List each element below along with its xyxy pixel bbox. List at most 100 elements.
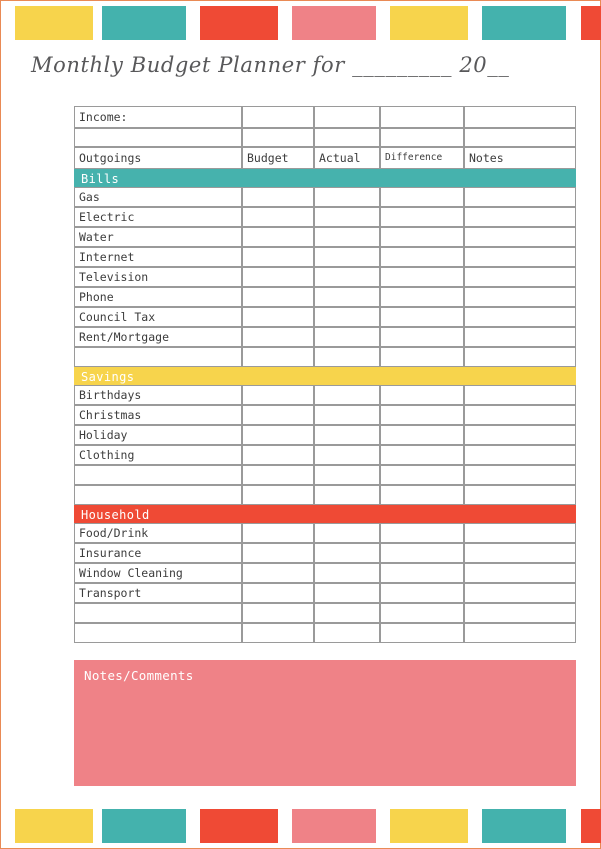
entry-cell-1[interactable]: [242, 267, 314, 287]
entry-cell-1[interactable]: [242, 327, 314, 347]
entry-cell-3[interactable]: [380, 207, 464, 227]
blank-label-cell[interactable]: [74, 485, 242, 505]
entry-cell-2[interactable]: [314, 583, 380, 603]
entry-cell-2[interactable]: [314, 385, 380, 405]
entry-cell-2[interactable]: [314, 405, 380, 425]
entry-cell-4[interactable]: [464, 523, 576, 543]
entry-cell-4[interactable]: [464, 327, 576, 347]
blank-entry-cell-1[interactable]: [242, 603, 314, 623]
blank-label-cell[interactable]: [74, 128, 242, 147]
entry-cell-1[interactable]: [242, 445, 314, 465]
blank-entry-cell-4[interactable]: [464, 128, 576, 147]
entry-cell-1[interactable]: [242, 543, 314, 563]
blank-entry-cell-2[interactable]: [314, 485, 380, 505]
entry-cell-4[interactable]: [464, 543, 576, 563]
blank-entry-cell-3[interactable]: [380, 347, 464, 367]
entry-cell-2[interactable]: [314, 307, 380, 327]
blank-entry-cell-4[interactable]: [464, 347, 576, 367]
entry-cell-1[interactable]: [242, 405, 314, 425]
notes-comments-box[interactable]: Notes/Comments: [74, 660, 576, 786]
entry-cell-3[interactable]: [380, 327, 464, 347]
entry-cell-2[interactable]: [314, 327, 380, 347]
entry-cell-3[interactable]: [380, 267, 464, 287]
entry-cell-3[interactable]: [380, 543, 464, 563]
entry-cell-2[interactable]: [314, 563, 380, 583]
blank-entry-cell-3[interactable]: [380, 485, 464, 505]
entry-cell-1[interactable]: [242, 247, 314, 267]
entry-cell-2[interactable]: [314, 267, 380, 287]
entry-cell-3[interactable]: [380, 425, 464, 445]
income-entry-cell-3[interactable]: [380, 106, 464, 128]
entry-cell-1[interactable]: [242, 187, 314, 207]
income-entry-cell-1[interactable]: [242, 106, 314, 128]
entry-cell-3[interactable]: [380, 247, 464, 267]
entry-cell-4[interactable]: [464, 445, 576, 465]
entry-cell-1[interactable]: [242, 227, 314, 247]
entry-cell-3[interactable]: [380, 405, 464, 425]
entry-cell-4[interactable]: [464, 267, 576, 287]
entry-cell-3[interactable]: [380, 287, 464, 307]
entry-cell-3[interactable]: [380, 307, 464, 327]
entry-cell-4[interactable]: [464, 385, 576, 405]
blank-entry-cell-1[interactable]: [242, 465, 314, 485]
entry-cell-4[interactable]: [464, 405, 576, 425]
blank-label-cell[interactable]: [74, 347, 242, 367]
column-header-notes: Notes: [464, 147, 576, 169]
entry-cell-2[interactable]: [314, 543, 380, 563]
entry-cell-1[interactable]: [242, 287, 314, 307]
entry-cell-1[interactable]: [242, 523, 314, 543]
entry-cell-3[interactable]: [380, 187, 464, 207]
entry-cell-4[interactable]: [464, 247, 576, 267]
blank-label-cell[interactable]: [74, 465, 242, 485]
entry-cell-2[interactable]: [314, 523, 380, 543]
blank-entry-cell-4[interactable]: [464, 623, 576, 643]
entry-cell-1[interactable]: [242, 425, 314, 445]
entry-cell-2[interactable]: [314, 445, 380, 465]
entry-cell-2[interactable]: [314, 287, 380, 307]
blank-entry-cell-1[interactable]: [242, 485, 314, 505]
entry-cell-2[interactable]: [314, 247, 380, 267]
blank-entry-cell-1[interactable]: [242, 128, 314, 147]
entry-cell-1[interactable]: [242, 583, 314, 603]
entry-cell-1[interactable]: [242, 385, 314, 405]
blank-entry-cell-3[interactable]: [380, 128, 464, 147]
entry-cell-3[interactable]: [380, 385, 464, 405]
blank-entry-cell-3[interactable]: [380, 623, 464, 643]
entry-cell-4[interactable]: [464, 563, 576, 583]
entry-cell-1[interactable]: [242, 307, 314, 327]
entry-cell-4[interactable]: [464, 227, 576, 247]
blank-label-cell[interactable]: [74, 603, 242, 623]
entry-cell-3[interactable]: [380, 563, 464, 583]
entry-cell-2[interactable]: [314, 187, 380, 207]
entry-cell-2[interactable]: [314, 425, 380, 445]
blank-entry-cell-2[interactable]: [314, 347, 380, 367]
blank-entry-cell-3[interactable]: [380, 465, 464, 485]
blank-label-cell[interactable]: [74, 623, 242, 643]
entry-cell-1[interactable]: [242, 207, 314, 227]
blank-entry-cell-3[interactable]: [380, 603, 464, 623]
entry-cell-3[interactable]: [380, 445, 464, 465]
entry-cell-2[interactable]: [314, 227, 380, 247]
entry-cell-3[interactable]: [380, 523, 464, 543]
entry-cell-4[interactable]: [464, 207, 576, 227]
blank-entry-cell-2[interactable]: [314, 603, 380, 623]
entry-cell-1[interactable]: [242, 563, 314, 583]
blank-entry-cell-4[interactable]: [464, 603, 576, 623]
blank-entry-cell-1[interactable]: [242, 623, 314, 643]
entry-cell-4[interactable]: [464, 287, 576, 307]
entry-cell-4[interactable]: [464, 307, 576, 327]
blank-entry-cell-2[interactable]: [314, 465, 380, 485]
blank-entry-cell-4[interactable]: [464, 485, 576, 505]
blank-entry-cell-2[interactable]: [314, 623, 380, 643]
entry-cell-3[interactable]: [380, 227, 464, 247]
blank-entry-cell-4[interactable]: [464, 465, 576, 485]
blank-entry-cell-2[interactable]: [314, 128, 380, 147]
income-entry-cell-2[interactable]: [314, 106, 380, 128]
entry-cell-2[interactable]: [314, 207, 380, 227]
entry-cell-4[interactable]: [464, 187, 576, 207]
income-entry-cell-4[interactable]: [464, 106, 576, 128]
entry-cell-4[interactable]: [464, 425, 576, 445]
entry-cell-4[interactable]: [464, 583, 576, 603]
entry-cell-3[interactable]: [380, 583, 464, 603]
blank-entry-cell-1[interactable]: [242, 347, 314, 367]
